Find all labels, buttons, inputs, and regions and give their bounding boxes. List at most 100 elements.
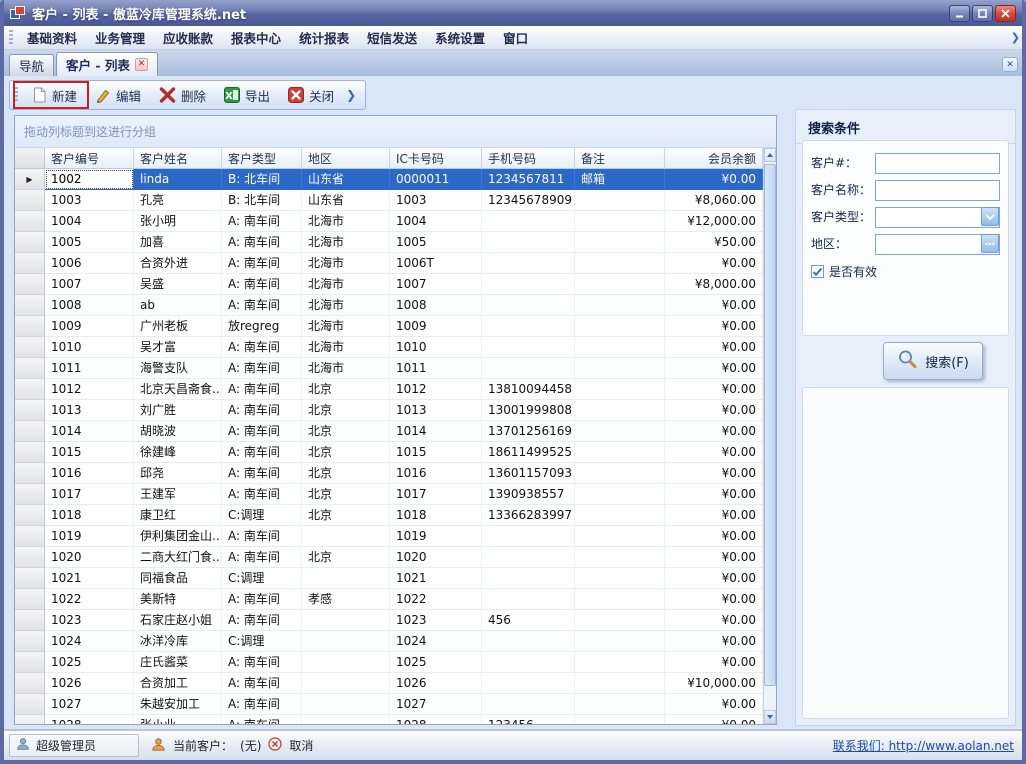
cell[interactable]: A: 南车间 [222, 421, 302, 442]
cell[interactable]: 1011 [45, 358, 134, 379]
cell[interactable] [302, 568, 390, 589]
row-indicator[interactable] [15, 190, 45, 211]
cell[interactable]: ¥12,000.00 [665, 211, 763, 232]
cell[interactable] [302, 652, 390, 673]
table-row[interactable]: 1027朱越安加工A: 南车间1027¥0.00 [15, 694, 763, 715]
cell[interactable]: 1009 [45, 316, 134, 337]
column-header-balance[interactable]: 会员余额 [665, 148, 763, 169]
cell[interactable]: A: 南车间 [222, 589, 302, 610]
cell[interactable]: 北京 [302, 547, 390, 568]
cell[interactable]: 1007 [390, 274, 482, 295]
cell[interactable]: 1023 [45, 610, 134, 631]
cell[interactable]: ¥0.00 [665, 295, 763, 316]
table-row[interactable]: 1025庄氏酱菜A: 南车间1025¥0.00 [15, 652, 763, 673]
cell[interactable] [482, 253, 575, 274]
cell[interactable]: 合资外进 [134, 253, 222, 274]
cell[interactable] [575, 589, 665, 610]
cell[interactable]: 刘广胜 [134, 400, 222, 421]
cell[interactable]: 1008 [45, 295, 134, 316]
ellipsis-icon[interactable] [981, 234, 999, 253]
column-header-remark[interactable]: 备注 [575, 148, 665, 169]
tab-navigation[interactable]: 导航 [9, 54, 54, 76]
cell[interactable]: 胡晓波 [134, 421, 222, 442]
row-indicator[interactable] [15, 463, 45, 484]
cell[interactable]: 1019 [45, 526, 134, 547]
row-indicator[interactable] [15, 673, 45, 694]
table-row[interactable]: 1011海警支队A: 南车间北海市1011¥0.00 [15, 358, 763, 379]
cell[interactable]: 1008 [390, 295, 482, 316]
cell[interactable]: 康卫红 [134, 505, 222, 526]
cell[interactable]: ¥0.00 [665, 631, 763, 652]
cell[interactable]: 1028 [390, 715, 482, 724]
cell[interactable]: A: 南车间 [222, 442, 302, 463]
cell[interactable] [575, 526, 665, 547]
cell[interactable]: 同福食品 [134, 568, 222, 589]
cell[interactable]: 山东省 [302, 190, 390, 211]
cell[interactable]: 18611499525 [482, 442, 575, 463]
cell[interactable]: 1024 [45, 631, 134, 652]
cell[interactable]: A: 南车间 [222, 547, 302, 568]
row-indicator[interactable] [15, 526, 45, 547]
cell[interactable]: ¥0.00 [665, 337, 763, 358]
cell[interactable]: 二商大红门食... [134, 547, 222, 568]
cell[interactable]: C:调理 [222, 568, 302, 589]
cell[interactable]: 北海市 [302, 337, 390, 358]
cell[interactable]: ¥8,060.00 [665, 190, 763, 211]
cell[interactable]: ab [134, 295, 222, 316]
cell[interactable] [482, 673, 575, 694]
cell[interactable]: ¥0.00 [665, 358, 763, 379]
cell[interactable] [575, 547, 665, 568]
cell[interactable]: 北京 [302, 400, 390, 421]
menu-item-basic-data[interactable]: 基础资料 [18, 25, 86, 50]
cell[interactable]: 张小业 [134, 715, 222, 724]
cell[interactable] [482, 652, 575, 673]
cell[interactable] [575, 610, 665, 631]
cell[interactable]: A: 南车间 [222, 211, 302, 232]
cell[interactable]: 1010 [390, 337, 482, 358]
cell[interactable]: A: 南车间 [222, 274, 302, 295]
row-indicator[interactable] [15, 379, 45, 400]
table-row[interactable]: 1020二商大红门食...A: 南车间北京1020¥0.00 [15, 547, 763, 568]
cell[interactable]: 1018 [45, 505, 134, 526]
cell[interactable]: 1016 [45, 463, 134, 484]
cell[interactable]: ¥0.00 [665, 505, 763, 526]
table-row[interactable]: 1009广州老板放regreg北海市1009¥0.00 [15, 316, 763, 337]
cell[interactable]: 1026 [390, 673, 482, 694]
table-row[interactable]: 1007吴盛A: 南车间北海市1007¥8,000.00 [15, 274, 763, 295]
cell[interactable] [575, 379, 665, 400]
menu-item-business[interactable]: 业务管理 [86, 25, 154, 50]
cell[interactable]: 1014 [390, 421, 482, 442]
is-valid-checkbox[interactable] [811, 265, 824, 278]
cell[interactable] [575, 673, 665, 694]
row-indicator[interactable] [15, 631, 45, 652]
cell[interactable]: 山东省 [302, 169, 390, 190]
row-indicator[interactable] [15, 652, 45, 673]
row-indicator[interactable] [15, 505, 45, 526]
cell[interactable] [302, 694, 390, 715]
cell[interactable]: ¥0.00 [665, 589, 763, 610]
cell[interactable]: 1023 [390, 610, 482, 631]
cell[interactable]: 北京 [302, 421, 390, 442]
delete-button[interactable]: 删除 [150, 82, 215, 108]
row-indicator[interactable] [15, 694, 45, 715]
menu-item-sms[interactable]: 短信发送 [358, 25, 426, 50]
table-row[interactable]: 1012北京天昌斋食...A: 南车间北京101213810094458¥0.0… [15, 379, 763, 400]
cell[interactable]: 北京 [302, 379, 390, 400]
cell[interactable]: 石家庄赵小姐 [134, 610, 222, 631]
cell[interactable] [302, 673, 390, 694]
cell[interactable]: ¥0.00 [665, 547, 763, 568]
cell[interactable]: 1010 [45, 337, 134, 358]
cell[interactable]: 1005 [390, 232, 482, 253]
column-header-ic-card[interactable]: IC卡号码 [390, 148, 482, 169]
column-header-customer-type[interactable]: 客户类型 [222, 148, 302, 169]
row-indicator[interactable] [15, 295, 45, 316]
cell[interactable]: 1004 [390, 211, 482, 232]
cell[interactable]: A: 南车间 [222, 337, 302, 358]
cell[interactable]: 13001999808 [482, 400, 575, 421]
cell[interactable] [482, 274, 575, 295]
cell[interactable]: A: 南车间 [222, 232, 302, 253]
scroll-up-button[interactable] [764, 148, 776, 162]
cell[interactable]: 1024 [390, 631, 482, 652]
table-row[interactable]: 1028张小业A: 南车间1028123456¥0.00 [15, 715, 763, 724]
cell[interactable]: B: 北车间 [222, 190, 302, 211]
